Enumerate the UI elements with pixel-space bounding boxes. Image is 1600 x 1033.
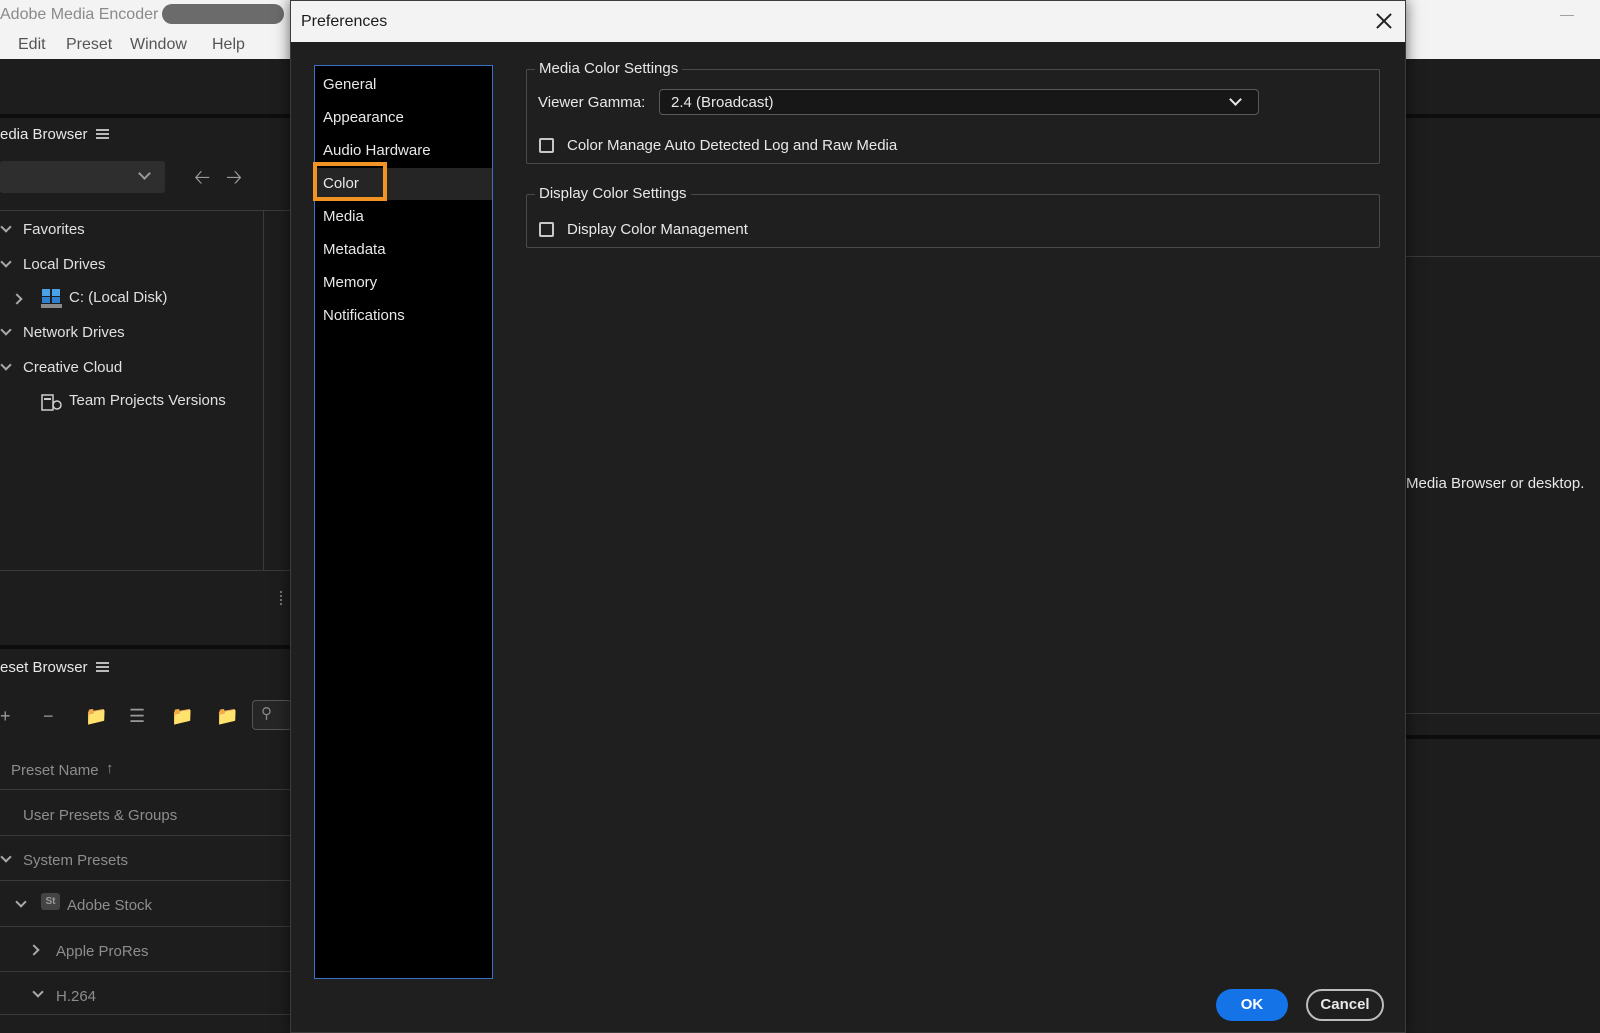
back-arrow-icon[interactable]: 🡠 [194,163,210,197]
close-icon[interactable] [1375,12,1393,30]
team-projects-icon [41,394,62,411]
tree-item-team-projects[interactable]: Team Projects Versions [69,392,226,409]
dialog-titlebar: Preferences [291,1,1405,42]
redacted-document-name [162,4,284,24]
category-media[interactable]: Media [315,201,492,233]
chevron-down-icon [1229,93,1242,106]
adobe-stock-icon: St [41,893,60,910]
category-memory[interactable]: Memory [315,267,492,299]
divider [0,789,290,790]
preset-row-adobe-stock[interactable]: Adobe Stock [67,897,152,914]
menu-preset[interactable]: Preset [66,36,112,54]
panel-menu-icon[interactable] [96,129,109,139]
disk-icon [41,289,62,308]
preset-row-user-presets[interactable]: User Presets & Groups [23,807,177,824]
display-color-settings-legend: Display Color Settings [535,185,691,202]
panel-divider [0,114,290,118]
category-metadata[interactable]: Metadata [315,234,492,266]
dialog-title: Preferences [301,13,388,30]
divider [1406,256,1600,257]
divider [0,210,290,211]
category-appearance[interactable]: Appearance [315,102,492,134]
media-color-settings-legend: Media Color Settings [535,60,683,77]
resize-grip-icon[interactable] [280,591,285,605]
auto-detect-log-raw-label[interactable]: Color Manage Auto Detected Log and Raw M… [567,137,897,154]
new-group-icon[interactable]: 📁 [85,706,107,727]
selection-highlight [313,162,387,201]
divider [263,211,264,571]
tree-item-favorites[interactable]: Favorites [23,221,85,238]
category-list: General Appearance Audio Hardware Color … [314,65,493,979]
tree-item-network-drives[interactable]: Network Drives [23,324,125,341]
tree-item-creative-cloud[interactable]: Creative Cloud [23,359,122,376]
forward-arrow-icon[interactable]: 🡢 [226,163,242,197]
import-icon[interactable]: 📁 [171,706,193,727]
remove-icon[interactable]: − [43,706,54,727]
location-dropdown[interactable] [0,161,165,193]
menu-edit[interactable]: Edit [18,36,46,54]
tree-item-local-drives[interactable]: Local Drives [23,256,106,273]
display-color-management-label[interactable]: Display Color Management [567,221,748,238]
menu-window[interactable]: Window [130,36,187,54]
cancel-button[interactable]: Cancel [1306,989,1384,1021]
viewer-gamma-value: 2.4 (Broadcast) [671,94,774,111]
preset-row-apple-prores[interactable]: Apple ProRes [56,943,149,960]
display-color-management-checkbox[interactable] [539,222,554,237]
divider [1406,713,1600,714]
preset-row-h264[interactable]: H.264 [56,988,96,1005]
menu-help[interactable]: Help [212,36,245,54]
category-general[interactable]: General [315,69,492,101]
queue-hint-text: Media Browser or desktop. [1406,475,1585,492]
settings-icon[interactable]: ☰ [129,706,145,727]
chevron-down-icon [138,167,151,180]
divider [0,971,290,972]
divider [0,1014,290,1015]
tree-item-local-disk[interactable]: C: (Local Disk) [69,289,167,306]
panel-divider [1406,114,1600,118]
minimize-icon[interactable]: — [1560,6,1574,22]
panel-divider [1406,735,1600,739]
divider [0,880,290,881]
divider [0,570,290,571]
divider [0,835,290,836]
search-input[interactable]: ⚲ [252,700,292,730]
sort-ascending-icon[interactable]: ↑ [106,760,114,777]
column-header-preset-name[interactable]: Preset Name [11,762,99,779]
panel-menu-icon[interactable] [96,662,109,672]
viewer-gamma-label: Viewer Gamma: [538,94,646,111]
export-icon[interactable]: 📁 [216,706,238,727]
search-icon: ⚲ [261,705,272,722]
add-icon[interactable]: + [0,706,11,727]
category-notifications[interactable]: Notifications [315,300,492,332]
app-title: Adobe Media Encoder [0,6,159,23]
viewer-gamma-select[interactable]: 2.4 (Broadcast) [659,89,1259,115]
ok-button[interactable]: OK [1216,989,1288,1021]
preset-row-system-presets[interactable]: System Presets [23,852,128,869]
media-browser-title: edia Browser [0,126,88,143]
divider [0,926,290,927]
auto-detect-log-raw-checkbox[interactable] [539,138,554,153]
panel-divider [0,645,290,649]
preferences-dialog: Preferences General Appearance Audio Har… [290,0,1406,1033]
preset-browser-title: eset Browser [0,659,88,676]
